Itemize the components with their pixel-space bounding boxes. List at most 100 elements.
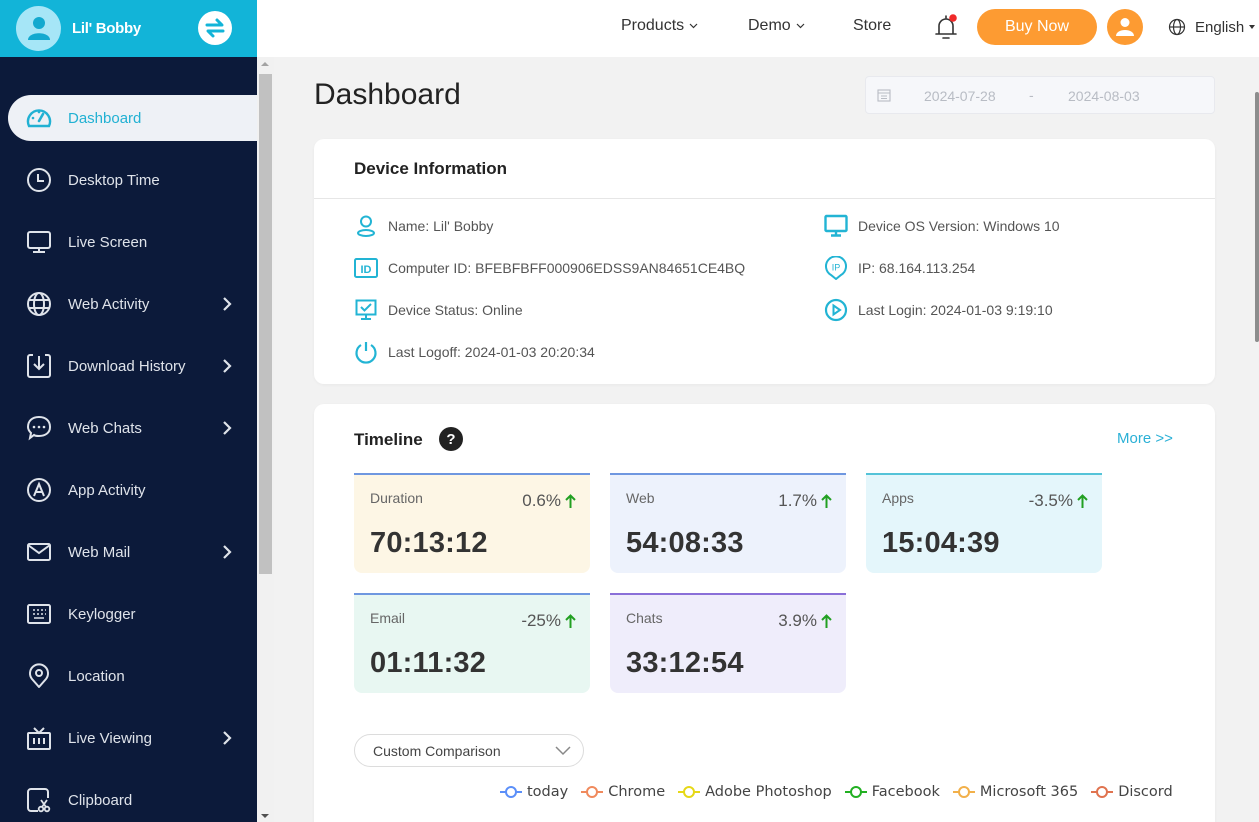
legend-item-microsoft-365[interactable]: Microsoft 365 [952, 784, 1078, 800]
globe-icon [1168, 18, 1186, 36]
stat-value: 15:04:39 [882, 527, 1000, 559]
keyboard-icon [26, 601, 52, 627]
arrow-up-icon [821, 493, 832, 508]
nav-demo[interactable]: Demo [748, 17, 805, 35]
stat-label: Duration [370, 490, 423, 506]
stat-change-value: -25% [521, 611, 561, 630]
switch-arrows-icon [205, 18, 225, 38]
stat-card-email[interactable]: Email -25% 01:11:32 [354, 593, 590, 693]
comparison-select[interactable]: Custom Comparison [354, 734, 584, 767]
language-label: English [1195, 18, 1245, 36]
legend-marker-icon [844, 786, 867, 798]
nav-store[interactable]: Store [853, 17, 891, 35]
chevron-right-icon [223, 421, 232, 435]
tv-icon [26, 725, 52, 751]
ip-pin-icon: IP [824, 256, 848, 280]
monitor-icon [26, 229, 52, 255]
sidebar: Lil' Bobby Dashboard Desktop Time Live S… [0, 0, 257, 822]
chevron-right-icon [223, 297, 232, 311]
arrow-up-icon [821, 613, 832, 628]
computer-id-row: ID Computer ID: BFEBFBFF000906EDSS9AN846… [354, 256, 745, 280]
legend-item-facebook[interactable]: Facebook [844, 784, 940, 800]
legend-marker-icon [581, 786, 604, 798]
chevron-down-icon [796, 23, 805, 29]
id-card-icon: ID [354, 256, 378, 280]
sidebar-item-keylogger[interactable]: Keylogger [8, 591, 257, 637]
timeline-card: Timeline ? More >> Duration 0.6% 70:13:1… [314, 404, 1215, 822]
stat-value: 01:11:32 [370, 647, 487, 679]
legend-item-today[interactable]: today [499, 784, 568, 800]
stat-label: Chats [626, 610, 663, 626]
user-icon [27, 16, 50, 40]
divider [314, 198, 1215, 199]
timeline-title: Timeline [354, 430, 423, 449]
stat-label: Web [626, 490, 655, 506]
download-icon [26, 353, 52, 379]
monitor-check-icon [354, 298, 378, 322]
mail-icon [26, 539, 52, 565]
stat-card-chats[interactable]: Chats 3.9% 33:12:54 [610, 593, 846, 693]
buy-now-button[interactable]: Buy Now [977, 9, 1097, 45]
help-icon[interactable]: ? [439, 427, 463, 451]
sidebar-item-live-viewing[interactable]: Live Viewing [8, 715, 257, 761]
stat-change: -25% [521, 611, 576, 631]
dashboard-gauge-icon [26, 105, 52, 131]
stat-label: Apps [882, 490, 914, 506]
page-scrollbar[interactable] [1255, 92, 1259, 342]
scroll-up-arrow-icon[interactable] [261, 62, 269, 66]
stat-value: 70:13:12 [370, 527, 488, 559]
legend-marker-icon [1091, 786, 1114, 798]
computer-id: Computer ID: BFEBFBFF000906EDSS9AN84651C… [388, 260, 746, 276]
device-name-row: Name: Lil' Bobby [354, 214, 493, 238]
stat-card-duration[interactable]: Duration 0.6% 70:13:12 [354, 473, 590, 573]
sidebar-item-label: Web Activity [68, 295, 150, 313]
sidebar-item-app-activity[interactable]: App Activity [8, 467, 257, 513]
sidebar-item-location[interactable]: Location [8, 653, 257, 699]
calendar-icon [877, 89, 891, 102]
legend-item-chrome[interactable]: Chrome [580, 784, 665, 800]
clock-icon [26, 167, 52, 193]
device-user-name: Lil' Bobby [72, 20, 141, 37]
date-range-picker[interactable]: 2024-07-28 - 2024-08-03 [865, 76, 1215, 114]
sidebar-item-label: Dashboard [68, 109, 142, 127]
notifications-button[interactable] [933, 12, 959, 42]
legend-label: Adobe Photoshop [705, 784, 832, 800]
more-link[interactable]: More >> [1117, 430, 1173, 447]
stat-card-web[interactable]: Web 1.7% 54:08:33 [610, 473, 846, 573]
scroll-down-arrow-icon[interactable] [261, 814, 269, 818]
last-login: Last Login: 2024-01-03 9:19:10 [858, 302, 1053, 318]
app-store-icon [26, 477, 52, 503]
sidebar-item-web-mail[interactable]: Web Mail [8, 529, 257, 575]
language-selector[interactable]: English [1168, 18, 1256, 36]
sidebar-item-desktop-time[interactable]: Desktop Time [8, 157, 257, 203]
nav-products[interactable]: Products [621, 17, 698, 35]
stat-change-value: 3.9% [778, 611, 817, 630]
stat-label: Email [370, 610, 406, 626]
user-avatar[interactable] [16, 6, 61, 51]
legend-item-adobe-photoshop[interactable]: Adobe Photoshop [677, 784, 832, 800]
sidebar-item-download-history[interactable]: Download History [8, 343, 257, 389]
sidebar-item-label: Location [68, 667, 125, 685]
sidebar-item-live-screen[interactable]: Live Screen [8, 219, 257, 265]
sidebar-item-web-chats[interactable]: Web Chats [8, 405, 257, 451]
legend-item-discord[interactable]: Discord [1090, 784, 1173, 800]
sidebar-scrollbar[interactable] [257, 57, 274, 822]
legend-label: Facebook [871, 784, 940, 800]
end-date-input[interactable]: 2024-08-03 [1068, 88, 1140, 104]
last-logoff-row: Last Logoff: 2024-01-03 20:20:34 [354, 340, 595, 364]
start-date-input[interactable]: 2024-07-28 [924, 88, 996, 104]
sidebar-item-dashboard[interactable]: Dashboard [8, 95, 257, 141]
sidebar-item-web-activity[interactable]: Web Activity [8, 281, 257, 327]
sidebar-item-clipboard[interactable]: Clipboard [8, 777, 257, 822]
stat-card-apps[interactable]: Apps -3.5% 15:04:39 [866, 473, 1102, 573]
last-login-row: Last Login: 2024-01-03 9:19:10 [824, 298, 1053, 322]
legend-label: today [527, 784, 569, 800]
legend-label: Discord [1118, 784, 1173, 800]
chevron-right-icon [223, 545, 232, 559]
ip-address: IP: 68.164.113.254 [858, 260, 976, 276]
switch-device-button[interactable] [198, 11, 232, 45]
scrollbar-thumb[interactable] [259, 74, 272, 574]
top-navigation: Products Demo Store Buy Now English [257, 0, 1259, 57]
legend-label: Chrome [608, 784, 666, 800]
account-button[interactable] [1107, 9, 1143, 45]
